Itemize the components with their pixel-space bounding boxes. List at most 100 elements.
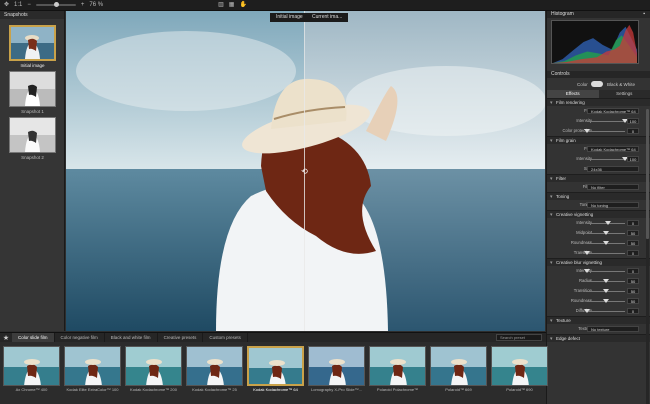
control-row: FilmKodak Kodachrome™ 64	[547, 106, 650, 116]
panel-scrollbar-thumb[interactable]	[646, 109, 649, 239]
control-dropdown[interactable]: No texture	[587, 326, 639, 332]
control-label: Size	[552, 164, 592, 174]
preset-label: Lomography X-Pro Slide™...	[311, 387, 362, 392]
control-label: Midpoint	[576, 230, 592, 235]
control-dropdown[interactable]: 24x36	[587, 166, 639, 172]
image-canvas[interactable]: Initial image Current ima... ⟲	[66, 11, 545, 331]
control-slider[interactable]	[587, 299, 625, 303]
control-slider[interactable]	[587, 231, 625, 235]
control-value-field[interactable]: 100	[627, 118, 639, 124]
slider-knob[interactable]	[603, 289, 609, 293]
section-header[interactable]: Edge defect	[547, 334, 650, 343]
histogram-menu-icon[interactable]: ▪	[643, 11, 645, 18]
zoom-slider-thumb[interactable]	[53, 2, 59, 7]
control-value-field[interactable]: 50	[627, 288, 639, 294]
preset-item[interactable]: Lomography X-Pro Slide™...	[308, 346, 365, 392]
control-value-field[interactable]: 0	[627, 250, 639, 256]
section-header[interactable]: Texture	[547, 316, 650, 325]
color-bw-toggle[interactable]	[591, 81, 603, 87]
snapshot-thumbnail	[10, 118, 55, 152]
control-value-field[interactable]: 0	[627, 220, 639, 226]
slider-knob[interactable]	[603, 279, 609, 283]
hand-tool-icon[interactable]: ✋	[239, 2, 246, 8]
snapshot-item[interactable]: Snapshot 1	[9, 71, 56, 114]
control-row: Size24x36	[547, 164, 650, 174]
control-slider[interactable]	[584, 269, 625, 273]
zoom-one-to-one[interactable]: 1:1	[14, 2, 22, 8]
preset-item[interactable]: Polaroid™ 690	[491, 346, 548, 392]
zoom-in-icon[interactable]: +	[81, 2, 85, 8]
control-value-field[interactable]: 0	[627, 308, 639, 314]
tab-creative-presets[interactable]: Creative presets	[158, 332, 204, 343]
favorites-star-icon[interactable]: ★	[0, 334, 12, 342]
control-value-field[interactable]: 0	[627, 128, 639, 134]
section-header[interactable]: Filter	[547, 174, 650, 183]
slider-knob[interactable]	[603, 299, 609, 303]
preset-thumbnail	[247, 346, 304, 386]
preset-item[interactable]: Kodak Kodachrome™ 200	[125, 346, 182, 392]
control-slider[interactable]	[587, 241, 625, 245]
split-view-icon[interactable]: ▦	[229, 2, 235, 8]
control-slider[interactable]	[587, 221, 625, 225]
zoom-value[interactable]: 76 %	[89, 2, 103, 8]
control-dropdown[interactable]: No toning	[587, 202, 639, 208]
snapshot-item[interactable]: Initial image	[9, 25, 56, 68]
control-row: Color protection 0	[547, 126, 650, 136]
slider-knob[interactable]	[584, 269, 590, 273]
tab-settings[interactable]: Settings	[598, 90, 650, 98]
slider-knob[interactable]	[604, 221, 611, 225]
preset-item[interactable]: Kodak Elite ExtraColor™ 100	[64, 346, 121, 392]
section-header[interactable]: Toning	[547, 192, 650, 201]
section-header[interactable]: Film rendering	[547, 98, 650, 107]
compare-icon[interactable]: ▥	[218, 2, 224, 8]
control-slider[interactable]	[587, 119, 628, 123]
control-row: Roundness 50	[547, 296, 650, 306]
tab-effects[interactable]: Effects	[547, 90, 599, 98]
snapshot-label: Snapshot 2	[21, 155, 44, 160]
control-slider[interactable]	[587, 157, 628, 161]
preset-thumbnail	[430, 346, 487, 386]
snapshot-item[interactable]: Snapshot 2	[9, 117, 56, 160]
slider-knob[interactable]	[584, 251, 590, 255]
zoom-out-icon[interactable]: −	[27, 2, 31, 8]
preset-strip: Ax Chrome™ 400 Kodak Elite ExtraColor™ 10…	[0, 342, 548, 404]
control-value-field[interactable]: 100	[627, 156, 639, 162]
preset-item[interactable]: Ax Chrome™ 400	[3, 346, 60, 392]
panel-scrollbar[interactable]	[646, 109, 649, 404]
preset-item[interactable]: Polaroid Polachrome™	[369, 346, 426, 392]
zoom-slider[interactable]	[35, 2, 76, 7]
slider-knob[interactable]	[603, 241, 609, 245]
preset-item[interactable]: Polaroid™ 669	[430, 346, 487, 392]
control-slider[interactable]	[584, 129, 625, 133]
tab-custom-presets[interactable]: Custom presets	[203, 332, 248, 343]
control-dropdown[interactable]: No filter	[587, 184, 639, 190]
control-slider[interactable]	[587, 289, 625, 293]
control-slider[interactable]	[587, 279, 625, 283]
slider-knob[interactable]	[584, 309, 590, 313]
section-header[interactable]: Film grain	[547, 136, 650, 145]
preset-item[interactable]: Kodak Kodachrome™ 25	[186, 346, 243, 392]
control-value-field[interactable]: 0	[627, 268, 639, 274]
control-value-field[interactable]: 50	[627, 298, 639, 304]
tab-black-white-film[interactable]: Black and white film	[105, 332, 158, 343]
control-value-field[interactable]: 50	[627, 278, 639, 284]
preset-item[interactable]: Kodak Kodachrome™ 64	[247, 346, 304, 392]
tab-color-negative-film[interactable]: Color negative film	[55, 332, 105, 343]
tab-color-slide-film[interactable]: Color slide film	[12, 332, 55, 343]
control-row: Roundness 50	[547, 238, 650, 248]
split-handle-icon[interactable]: ⟲	[299, 167, 310, 178]
slider-knob[interactable]	[584, 129, 590, 133]
move-icon[interactable]: ✥	[4, 2, 9, 8]
control-slider[interactable]	[584, 309, 625, 313]
slider-knob[interactable]	[603, 231, 609, 235]
preset-search-input[interactable]: Search preset	[496, 334, 542, 341]
control-dropdown[interactable]: Kodak Kodachrome™ 64	[587, 108, 639, 114]
section-header[interactable]: Creative vignetting	[547, 210, 650, 219]
control-slider[interactable]	[584, 251, 625, 255]
control-dropdown[interactable]: Kodak Kodachrome™ 64	[587, 146, 639, 152]
preset-thumbnail	[491, 346, 548, 386]
section-header[interactable]: Creative blur vignetting	[547, 258, 650, 267]
control-value-field[interactable]: 50	[627, 240, 639, 246]
control-value-field[interactable]: 50	[627, 230, 639, 236]
preset-thumbnail	[369, 346, 426, 386]
